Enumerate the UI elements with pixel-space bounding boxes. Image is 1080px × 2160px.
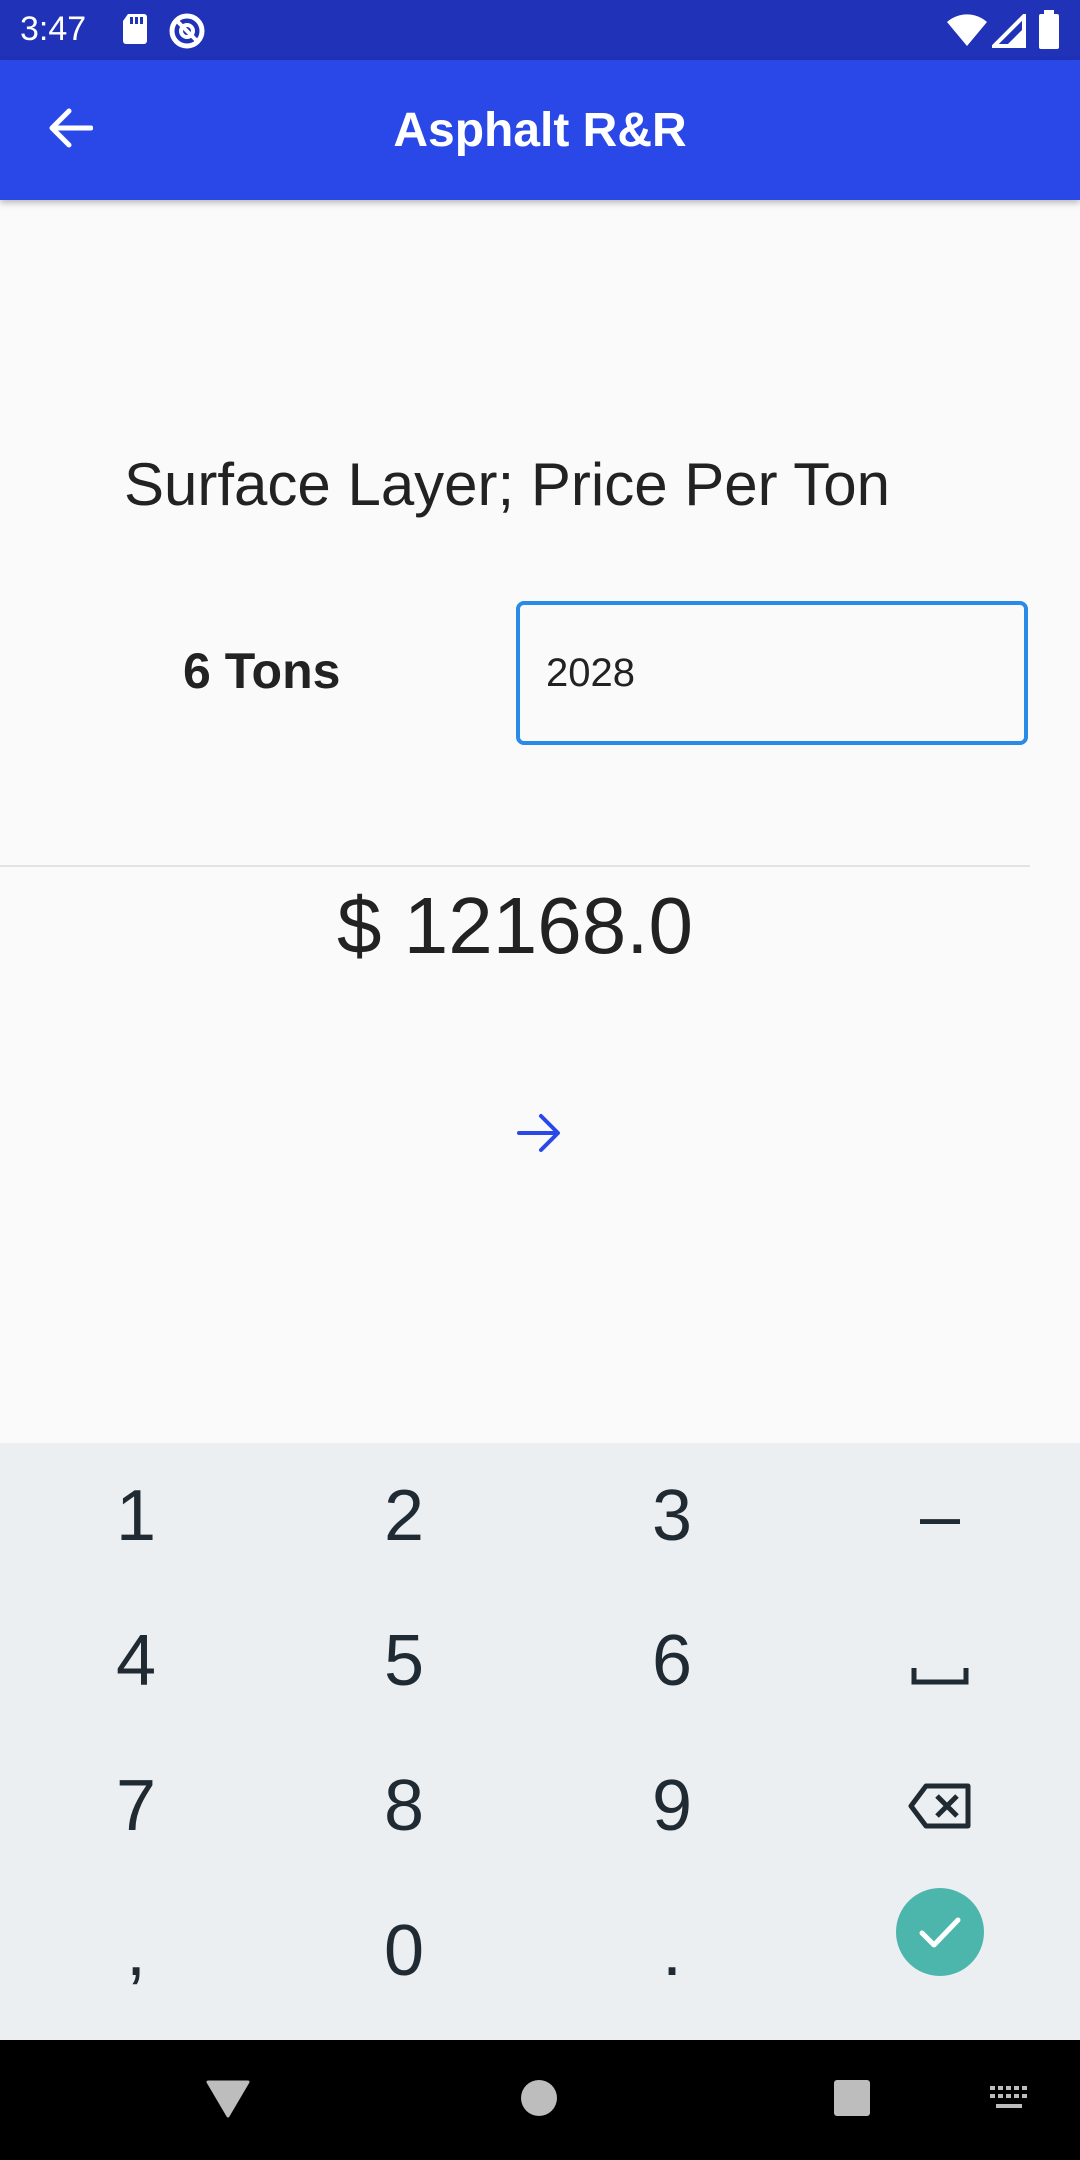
key-1[interactable]: 1 [2,1443,270,1588]
key-done[interactable] [806,1878,1074,2023]
key-minus[interactable]: – [806,1443,1074,1588]
key-3[interactable]: 3 [538,1443,806,1588]
arrow-back-icon [47,108,94,153]
space-icon [911,1620,969,1702]
tons-label: 6 Tons [183,643,341,699]
key-4[interactable]: 4 [2,1588,270,1733]
key-period[interactable]: . [538,1878,806,2023]
total-price: $ 12168.0 [337,881,693,970]
sd-card-icon [120,12,150,51]
arrow-forward-icon [517,1113,563,1158]
key-6[interactable]: 6 [538,1588,806,1733]
back-button[interactable] [30,90,110,170]
price-per-ton-input[interactable] [516,601,1028,745]
wifi-icon [946,14,988,53]
nav-home-button[interactable] [509,2070,569,2130]
app-bar: Asphalt R&R [0,60,1080,200]
cell-signal-icon [989,11,1026,53]
nav-back-button[interactable] [198,2070,258,2130]
key-9[interactable]: 9 [538,1733,806,1878]
nav-keyboard-switch-button[interactable] [980,2070,1040,2130]
backspace-icon [908,1765,972,1847]
key-backspace[interactable] [806,1733,1074,1878]
status-bar: 3:47 [0,0,1080,60]
battery-icon [1038,10,1060,55]
circle-home-icon [520,2079,558,2122]
triangle-back-icon [206,2078,250,2123]
page-heading: Surface Layer; Price Per Ton [124,451,890,518]
numeric-keyboard: 1 2 3 – 4 5 6 7 8 9 , 0 . [0,1443,1080,2040]
sync-disabled-icon [168,12,206,55]
key-comma[interactable]: , [2,1878,270,2023]
system-navigation-bar [0,2040,1080,2160]
next-button[interactable] [500,1100,580,1170]
key-space[interactable] [806,1588,1074,1733]
key-0[interactable]: 0 [270,1878,538,2023]
status-time: 3:47 [20,10,87,48]
key-5[interactable]: 5 [270,1588,538,1733]
square-recents-icon [833,2079,871,2122]
key-7[interactable]: 7 [2,1733,270,1878]
nav-recents-button[interactable] [822,2070,882,2130]
key-8[interactable]: 8 [270,1733,538,1878]
done-check-icon [896,1888,984,1976]
key-2[interactable]: 2 [270,1443,538,1588]
divider [0,865,1030,867]
keyboard-icon [988,2084,1032,2117]
app-title: Asphalt R&R [393,103,687,157]
